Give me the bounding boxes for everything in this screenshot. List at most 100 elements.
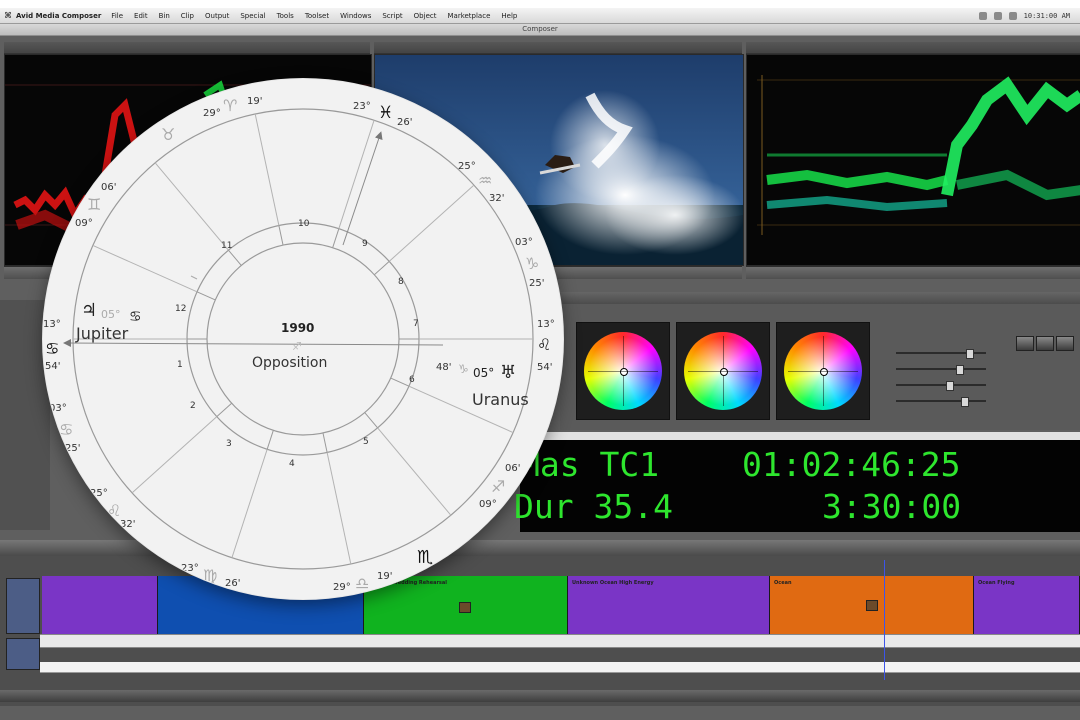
menu-list: File Edit Bin Clip Output Special Tools …: [111, 12, 517, 20]
cusp-6-degree: 09°: [479, 499, 497, 510]
menu-special[interactable]: Special: [240, 12, 265, 20]
cusp-10-degree: 23°: [353, 101, 371, 112]
menu-tools[interactable]: Tools: [277, 12, 294, 20]
sagittarius-center-icon: ♐: [292, 340, 302, 353]
cusp-8-minutes: 25': [529, 278, 545, 289]
uranus-degree: 05°: [473, 366, 495, 380]
uranus-minutes: 48': [436, 362, 452, 373]
chart-aspect-name: Opposition: [252, 355, 328, 371]
cusp-7-minutes: 54': [537, 362, 553, 373]
timeline-bottom-bar[interactable]: [0, 690, 1080, 702]
cc-button-1[interactable]: [1016, 336, 1034, 351]
master-tc-value: 01:02:46:25: [742, 445, 961, 484]
menu-help[interactable]: Help: [501, 12, 517, 20]
timeline-ruler[interactable]: [40, 634, 1080, 648]
menu-edit[interactable]: Edit: [134, 12, 148, 20]
duration-value: 3:30:00: [822, 487, 962, 526]
menu-toolset[interactable]: Toolset: [305, 12, 329, 20]
cusp-11-minutes: 06': [101, 182, 117, 193]
house-number-9: 9: [362, 239, 368, 249]
house-number-7: 7: [413, 319, 419, 329]
taurus-icon: ♉: [161, 125, 176, 144]
timeline-clip-6[interactable]: Ocean Flying: [974, 576, 1080, 634]
cc-button-2[interactable]: [1036, 336, 1054, 351]
midtones-wheel-handle[interactable]: [720, 368, 728, 376]
wifi-icon[interactable]: [978, 11, 987, 20]
menu-script[interactable]: Script: [382, 12, 402, 20]
cusp-12-minutes: 25': [65, 443, 81, 454]
libra-icon: ♎: [355, 574, 370, 593]
luma-waveform: [757, 75, 1080, 235]
composer-title-bar: Composer: [0, 24, 1080, 36]
cusp-10b-minutes: 19': [247, 96, 263, 107]
cusp-1-degree: 13°: [43, 319, 61, 330]
scope-controls[interactable]: [746, 266, 1080, 279]
aquarius-icon: ♒: [478, 171, 493, 190]
menu-output[interactable]: Output: [205, 12, 229, 20]
gemini-icon: ♊: [87, 195, 102, 214]
cancer-icon: ♋: [59, 420, 74, 439]
highlights-wheel-handle[interactable]: [820, 368, 828, 376]
apple-logo-icon[interactable]: ⌘: [0, 11, 16, 20]
menu-clip[interactable]: Clip: [181, 12, 194, 20]
house-number-10: 10: [298, 219, 310, 229]
menu-windows[interactable]: Windows: [340, 12, 371, 20]
menu-object[interactable]: Object: [414, 12, 437, 20]
menu-marketplace[interactable]: Marketplace: [447, 12, 490, 20]
cc-slider-4[interactable]: [886, 397, 998, 407]
cusp-12-degree: 03°: [49, 403, 67, 414]
midtones-wheel-box: [676, 322, 770, 420]
cusp-8-degree: 03°: [515, 237, 533, 248]
jupiter-sign-icon: ♋: [129, 309, 142, 325]
pisces-icon: ♓: [378, 103, 394, 123]
cusp-4-degree: 29°: [333, 582, 351, 593]
playhead-position-indicator[interactable]: [884, 560, 885, 680]
color-correction-title: [560, 292, 1080, 304]
scope-right-title: [746, 42, 1080, 54]
house-number-12: 12: [175, 304, 187, 314]
shadows-wheel-box: [576, 322, 670, 420]
cusp-2-minutes: 32': [120, 519, 136, 530]
audio-track-header[interactable]: [6, 638, 40, 670]
menu-clock[interactable]: 10:31:00 AM: [1024, 12, 1070, 20]
house-number-4: 4: [289, 459, 295, 469]
jupiter-label: Jupiter: [76, 324, 129, 343]
cusp-11-degree: 09°: [75, 218, 93, 229]
video-track-header[interactable]: [6, 578, 40, 634]
aries-icon: ♈: [223, 96, 238, 115]
shadows-wheel-handle[interactable]: [620, 368, 628, 376]
cc-slider-1[interactable]: [886, 349, 998, 359]
timecode-track[interactable]: [40, 662, 1080, 673]
window-title: Composer: [522, 25, 558, 33]
clip-thumbnail-icon: [866, 600, 878, 611]
midtones-color-wheel[interactable]: [684, 332, 762, 410]
cusp-7-degree: 13°: [537, 319, 555, 330]
timeline-clip-4[interactable]: Unknown Ocean High Energy: [568, 576, 770, 634]
leo-icon: ♌: [537, 335, 552, 354]
app-window: ⌘ Avid Media Composer File Edit Bin Clip…: [0, 0, 1080, 720]
cancer-node-icon: ♋: [45, 339, 60, 358]
highlights-color-wheel[interactable]: [784, 332, 862, 410]
battery-icon[interactable]: [1008, 11, 1017, 20]
menu-bar: ⌘ Avid Media Composer File Edit Bin Clip…: [0, 8, 1080, 24]
cusp-3-degree: 23°: [181, 563, 199, 574]
cc-slider-3[interactable]: [886, 381, 998, 391]
cc-slider-2[interactable]: [886, 365, 998, 375]
menu-bin[interactable]: Bin: [159, 12, 170, 20]
house-number-3: 3: [226, 439, 232, 449]
timeline-clip-5[interactable]: Ocean: [770, 576, 974, 634]
app-name-menu[interactable]: Avid Media Composer: [16, 12, 101, 20]
shadows-color-wheel[interactable]: [584, 332, 662, 410]
cusp-10b-degree: 29°: [203, 108, 221, 119]
highlights-wheel-box: [776, 322, 870, 420]
volume-icon[interactable]: [993, 11, 1002, 20]
house-number-8: 8: [398, 277, 404, 287]
cusp-10-minutes: 26': [397, 117, 413, 128]
menu-file[interactable]: File: [111, 12, 123, 20]
cusp-9-degree: 25°: [458, 161, 476, 172]
cc-button-3[interactable]: [1056, 336, 1074, 351]
timecode-display: Mas TC1 01:02:46:25 Dur 35.4 3:30:00: [514, 440, 1080, 532]
jupiter-glyph-icon: ♃: [81, 300, 98, 321]
sagittarius-icon: ♐: [491, 477, 506, 496]
uranus-label: Uranus: [472, 390, 529, 409]
